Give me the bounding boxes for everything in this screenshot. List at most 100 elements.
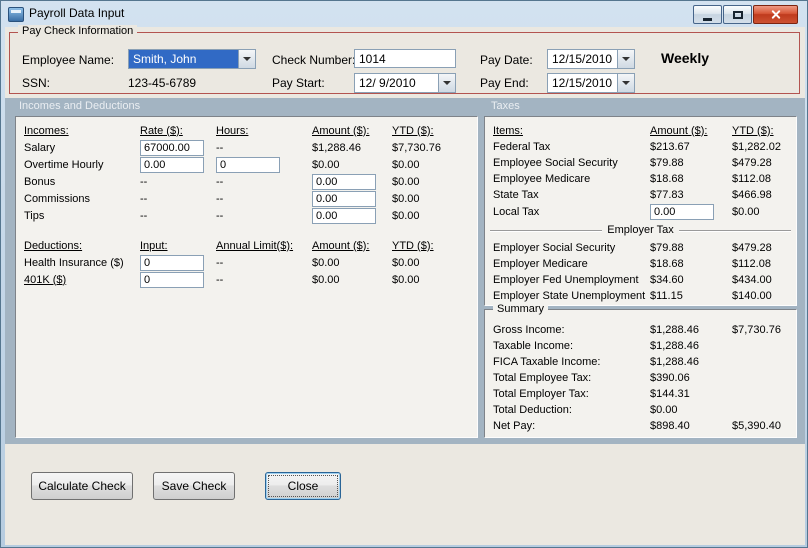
tips-amount-input[interactable]	[312, 207, 376, 224]
employer-tax-divider-label: Employer Tax	[607, 224, 674, 236]
pay-end-label: Pay End:	[480, 76, 529, 90]
titlebar: Payroll Data Input	[1, 1, 807, 27]
col-header-ytd: YTD ($):	[392, 124, 434, 137]
pay-start-dropdown-button[interactable]	[438, 74, 455, 92]
deduction-401k-link[interactable]: 401K ($)	[24, 274, 140, 286]
deductions-header-row: Deductions: Input: Annual Limit($): Amou…	[16, 237, 477, 254]
tax-row-employer-state-unemployment: Employer State Unemployment $11.15 $140.…	[485, 288, 796, 304]
minimize-button[interactable]	[693, 5, 722, 24]
income-name-label: Overtime Hourly	[24, 158, 104, 171]
tax-name-label: Employer Social Security	[493, 242, 616, 254]
summary-row-total-employee-tax: Total Employee Tax: $390.06	[485, 370, 796, 386]
summary-row-total-employer-tax: Total Employer Tax: $144.31	[485, 386, 796, 402]
paycheck-info-group: Pay Check Information Employee Name: Smi…	[9, 25, 800, 94]
deduction-name-label: Health Insurance ($)	[24, 256, 124, 269]
pay-end-dropdown-button[interactable]	[617, 74, 634, 92]
summary-label: Total Employer Tax:	[493, 388, 589, 400]
close-button[interactable]	[753, 5, 798, 24]
col-header-annual-limit: Annual Limit($):	[216, 239, 294, 252]
section-title-taxes: Taxes	[491, 100, 520, 112]
tax-amount-value: $79.88	[650, 157, 684, 169]
deduction-amount-value: $0.00	[312, 256, 340, 269]
chevron-down-icon	[243, 57, 251, 61]
salary-rate-input[interactable]	[140, 139, 204, 156]
tax-ytd-value: $112.08	[732, 173, 771, 185]
health-insurance-input[interactable]	[140, 254, 204, 271]
employee-name-dropdown-button[interactable]	[238, 50, 255, 68]
tax-name-label: Employer State Unemployment	[493, 290, 646, 302]
tax-row-employer-ss: Employer Social Security $79.88 $479.28	[485, 240, 796, 256]
local-tax-input[interactable]	[650, 203, 714, 220]
summary-row-gross: Gross Income: $1,288.46 $7,730.76	[485, 322, 796, 338]
tax-ytd-value: $479.28	[732, 242, 772, 254]
window-body: Pay Check Information Employee Name: Smi…	[5, 25, 805, 545]
tax-row-employer-fed-unemployment: Employer Fed Unemployment $34.60 $434.00	[485, 272, 796, 288]
tax-row-employee-medicare: Employee Medicare $18.68 $112.08	[485, 171, 796, 187]
tax-ytd-value: $1,282.02	[732, 141, 781, 153]
income-row-tips: Tips -- -- $0.00	[16, 207, 477, 224]
income-name-label: Bonus	[24, 175, 56, 188]
col-header-amount: Amount ($):	[312, 239, 370, 252]
overtime-rate-input[interactable]	[140, 156, 204, 173]
ssn-value: 123-45-6789	[128, 76, 197, 90]
pay-date-picker[interactable]: 12/15/2010	[547, 49, 635, 69]
col-header-input: Input:	[140, 239, 168, 252]
employee-name-select[interactable]: Smith, John	[128, 49, 256, 69]
divider-line	[678, 229, 791, 231]
summary-group: Summary Gross Income: $1,288.46 $7,730.7…	[484, 303, 797, 438]
col-header-incomes: Incomes:	[24, 124, 69, 137]
pay-end-picker[interactable]: 12/15/2010	[547, 73, 635, 93]
income-hours-value: --	[216, 192, 224, 205]
maximize-icon	[732, 10, 743, 19]
tax-name-label: State Tax	[493, 189, 539, 201]
tax-ytd-value: $112.08	[732, 258, 771, 270]
tax-row-federal: Federal Tax $213.67 $1,282.02	[485, 139, 796, 155]
chevron-down-icon	[622, 57, 630, 61]
col-header-rate: Rate ($):	[140, 124, 183, 137]
tax-name-label: Employer Medicare	[493, 258, 588, 270]
ssn-label: SSN:	[22, 76, 51, 90]
pay-date-dropdown-button[interactable]	[617, 50, 634, 68]
tax-amount-value: $18.68	[650, 173, 684, 185]
income-row-commissions: Commissions -- -- $0.00	[16, 190, 477, 207]
summary-row-taxable: Taxable Income: $1,288.46	[485, 338, 796, 354]
income-row-overtime: Overtime Hourly $0.00 $0.00	[16, 156, 477, 173]
chevron-down-icon	[622, 81, 630, 85]
commissions-amount-input[interactable]	[312, 190, 376, 207]
check-number-input[interactable]	[354, 49, 456, 68]
window-title: Payroll Data Input	[29, 5, 125, 20]
deduction-ytd-value: $0.00	[392, 273, 420, 286]
close-dialog-button[interactable]: Close	[265, 472, 341, 500]
income-ytd-value: $0.00	[392, 158, 420, 171]
tax-row-employer-medicare: Employer Medicare $18.68 $112.08	[485, 256, 796, 272]
close-icon	[770, 9, 781, 20]
maximize-button[interactable]	[723, 5, 752, 24]
summary-amount-value: $1,288.46	[650, 356, 699, 368]
section-title-incomes-deductions: Incomes and Deductions	[19, 100, 141, 112]
deduction-limit-value: --	[216, 273, 224, 286]
summary-row-fica-taxable: FICA Taxable Income: $1,288.46	[485, 354, 796, 370]
401k-input[interactable]	[140, 271, 204, 288]
income-name-label: Salary	[24, 141, 56, 154]
summary-label: Gross Income:	[493, 324, 565, 336]
tax-name-label: Federal Tax	[493, 141, 551, 153]
tax-amount-value: $79.88	[650, 242, 684, 254]
bonus-amount-input[interactable]	[312, 173, 376, 190]
overtime-hours-input[interactable]	[216, 156, 280, 173]
col-header-items: Items:	[493, 124, 523, 137]
pay-start-picker[interactable]: 12/ 9/2010	[354, 73, 456, 93]
calculate-check-button[interactable]: Calculate Check	[31, 472, 133, 500]
divider-line	[490, 229, 603, 231]
employee-name-label: Employee Name:	[22, 53, 115, 67]
tax-ytd-value: $479.28	[732, 157, 772, 169]
pay-date-value: 12/15/2010	[552, 52, 613, 66]
save-check-button[interactable]: Save Check	[153, 472, 235, 500]
deduction-limit-value: --	[216, 256, 224, 269]
pay-end-value: 12/15/2010	[552, 76, 613, 90]
tax-name-label: Employee Social Security	[493, 157, 618, 169]
col-header-ytd: YTD ($):	[732, 124, 774, 137]
tax-ytd-value: $434.00	[732, 274, 772, 286]
summary-label: Net Pay:	[493, 420, 536, 432]
income-name-label: Tips	[24, 209, 45, 222]
